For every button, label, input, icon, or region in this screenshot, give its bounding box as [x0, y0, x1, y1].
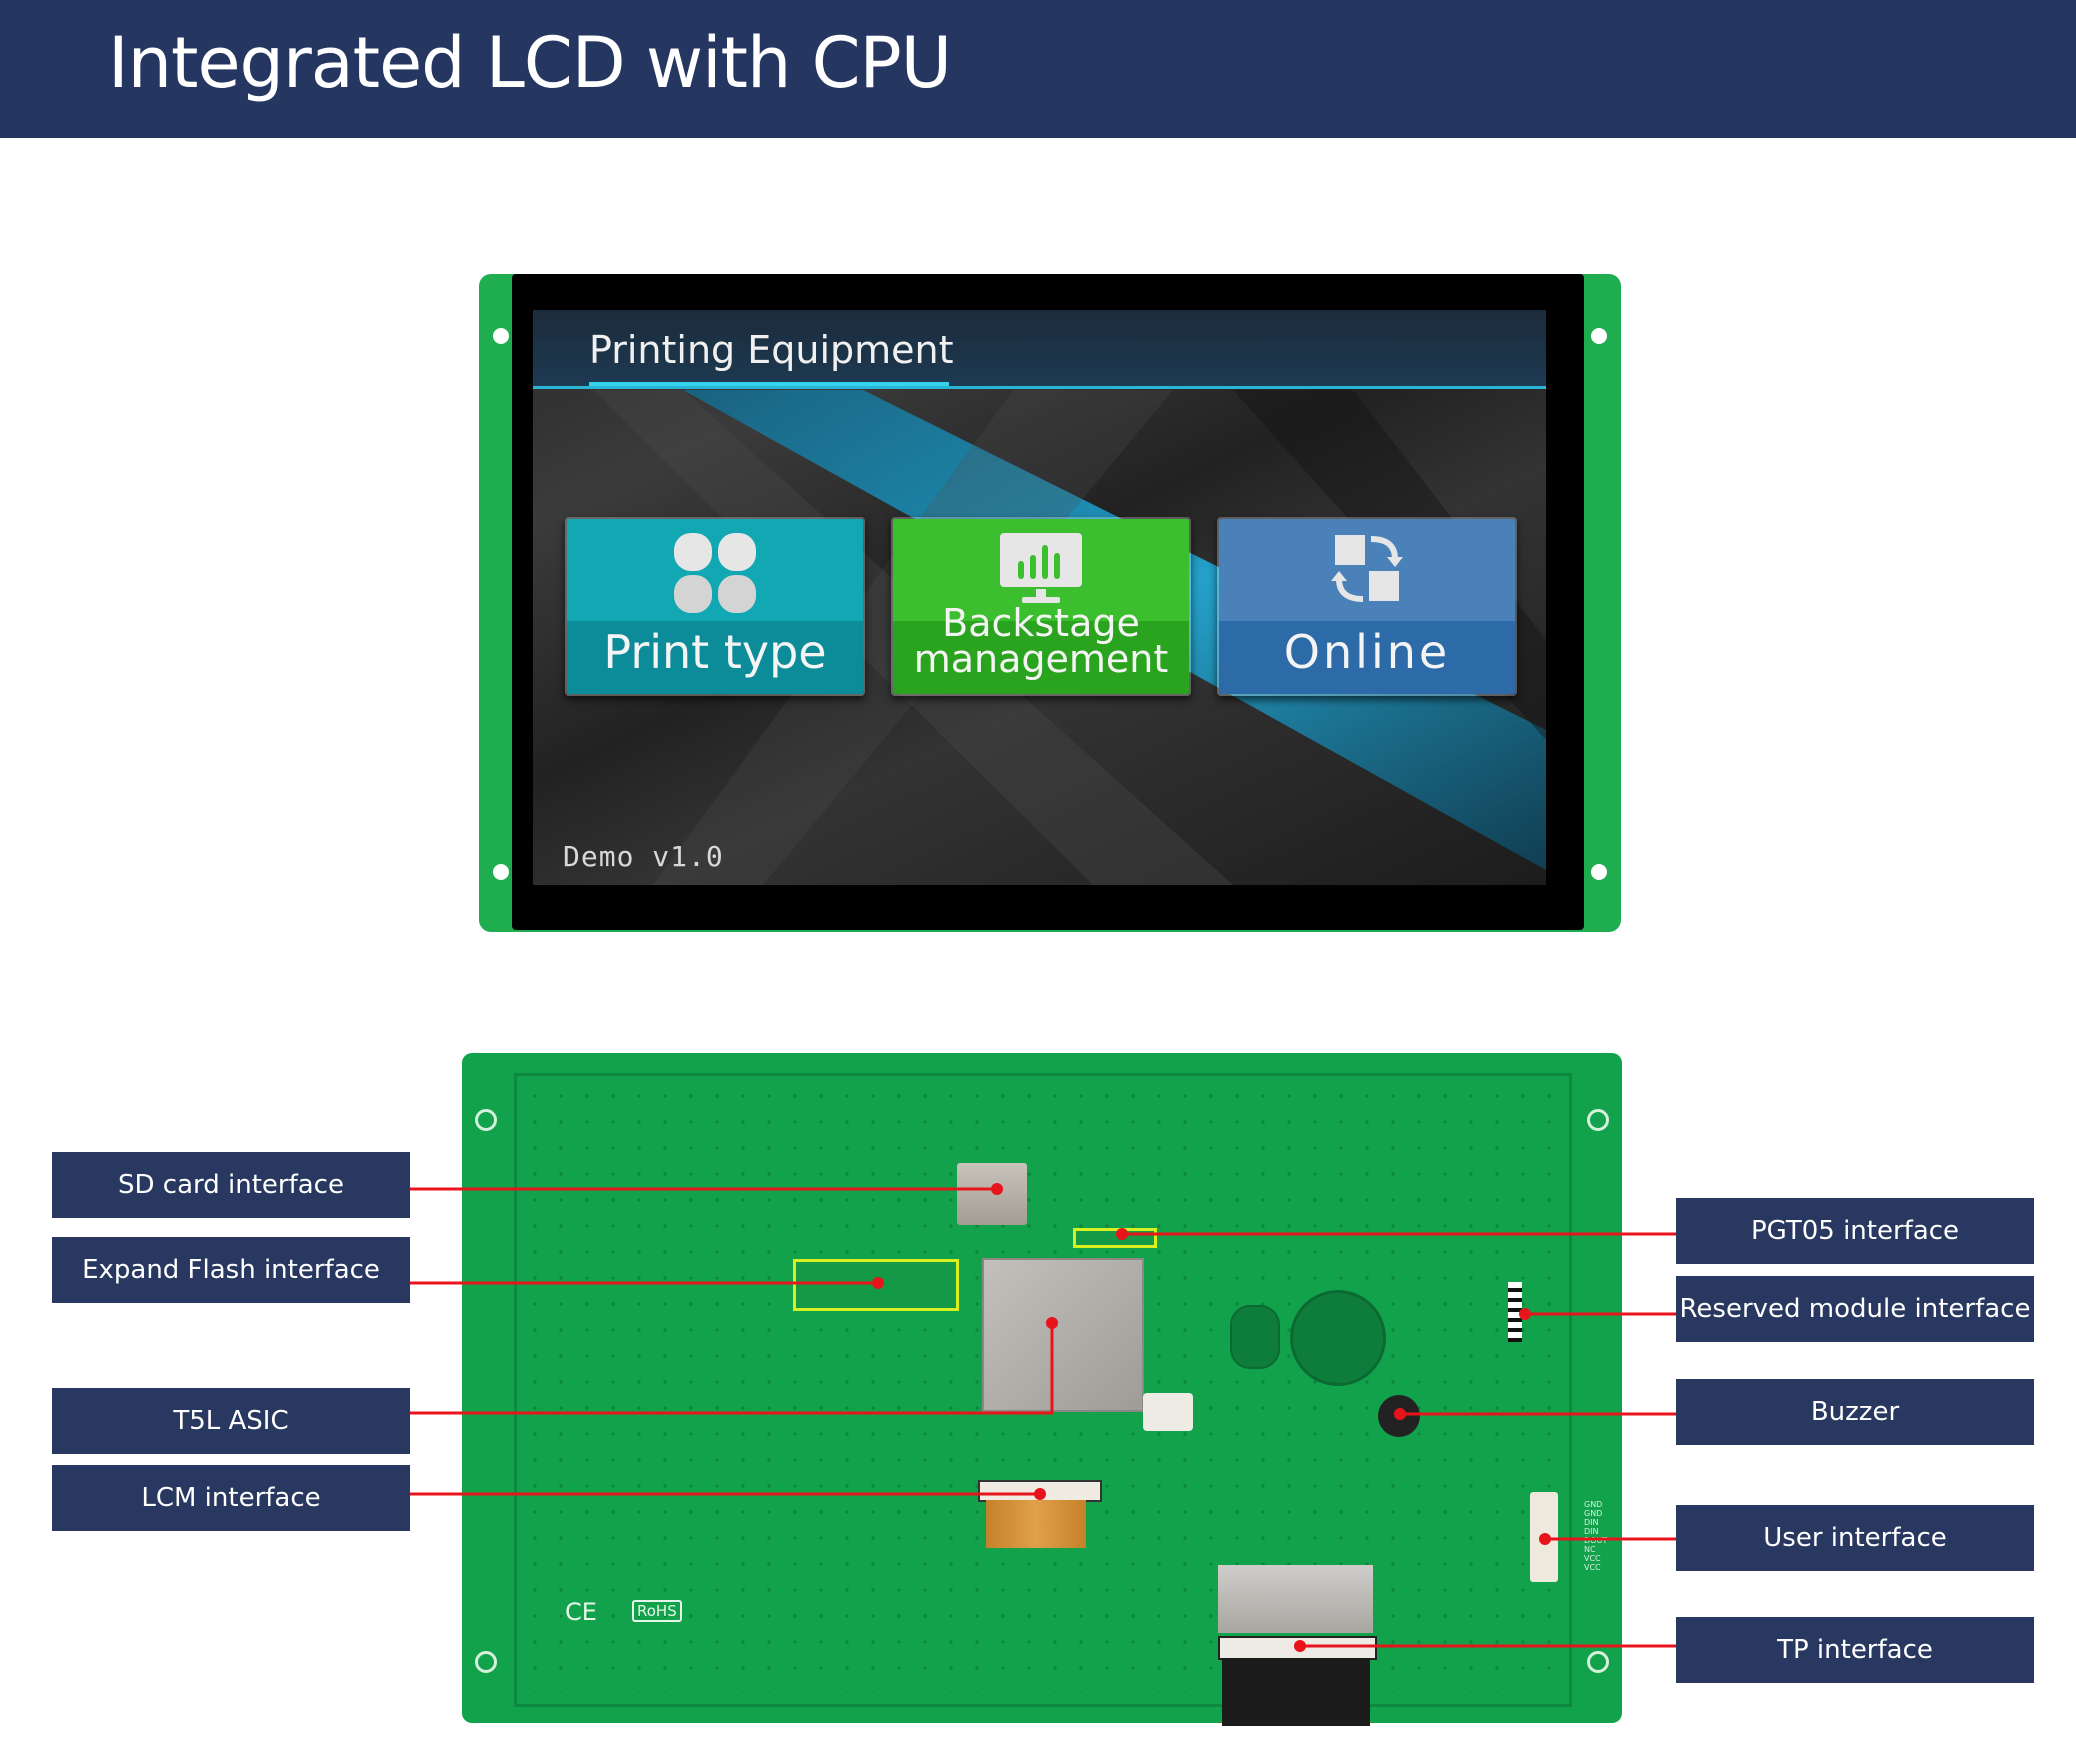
lcm-connector [978, 1480, 1102, 1502]
pin-label: GND [1584, 1500, 1603, 1509]
mount-hole [1587, 1109, 1609, 1131]
user-connector-pin-labels: GND GND DIN DIN DOUT NC VCC VCC [1584, 1500, 1607, 1572]
mount-hole [475, 1109, 497, 1131]
sd-card-slot [957, 1163, 1027, 1225]
tile-label-line2: management [913, 637, 1169, 681]
mount-hole [475, 1651, 497, 1673]
callout-lcm-interface: LCM interface [52, 1465, 410, 1531]
tile-label: Backstage management [893, 601, 1189, 681]
callout-reserved-module-interface: Reserved module interface [1676, 1276, 2034, 1342]
pin-label: NC [1584, 1545, 1596, 1554]
page-title: Integrated LCD with CPU [108, 22, 952, 104]
sync-swap-icon [1331, 535, 1403, 602]
tile-label: Online [1283, 625, 1451, 679]
t5l-asic-shield [982, 1258, 1144, 1412]
lcd-screen: Printing Equipment Print type Backstage … [533, 310, 1546, 885]
expand-flash-footprint [793, 1259, 959, 1311]
reserved-module-pads [1508, 1282, 1522, 1342]
pin-label: GND [1584, 1509, 1603, 1518]
backup-battery-pad [1230, 1305, 1280, 1369]
four-petal-grid-icon [674, 533, 756, 613]
callout-user-interface: User interface [1676, 1505, 2034, 1571]
callout-t5l-asic: T5L ASIC [52, 1388, 410, 1454]
monitor-bar-chart-icon [1000, 533, 1082, 603]
version-label: Demo v1.0 [563, 840, 724, 873]
backstage-management-tile[interactable]: Backstage management [891, 517, 1191, 696]
callout-buzzer: Buzzer [1676, 1379, 2034, 1445]
coin-cell-holder [1290, 1290, 1386, 1386]
mount-hole [493, 328, 509, 344]
online-tile[interactable]: Online [1217, 517, 1517, 696]
pin-label: VCC [1584, 1554, 1601, 1563]
buzzer-component [1378, 1395, 1420, 1437]
title-underline [589, 382, 949, 386]
tile-label: Print type [603, 625, 827, 679]
battery-connector [1143, 1393, 1193, 1431]
screen-header: Printing Equipment [533, 310, 1546, 389]
user-connector [1530, 1492, 1558, 1582]
screen-title: Printing Equipment [589, 328, 954, 372]
pin-label: DIN [1584, 1518, 1599, 1527]
mount-hole [1591, 864, 1607, 880]
lcm-flex-cable [986, 1500, 1086, 1548]
pin-label: DOUT [1584, 1536, 1608, 1545]
mount-hole [493, 864, 509, 880]
callout-pgt05-interface: PGT05 interface [1676, 1198, 2034, 1264]
tile-label-line1: Backstage [942, 601, 1140, 645]
mount-hole [1591, 328, 1607, 344]
tp-connector [1218, 1636, 1377, 1660]
mount-hole [1587, 1651, 1609, 1673]
callout-sd-card-interface: SD card interface [52, 1152, 410, 1218]
print-type-tile[interactable]: Print type [565, 517, 865, 696]
callout-tp-interface: TP interface [1676, 1617, 2034, 1683]
pgt05-header [1073, 1228, 1157, 1248]
callout-expand-flash-interface: Expand Flash interface [52, 1237, 410, 1303]
pin-label: DIN [1584, 1527, 1599, 1536]
tp-shield [1218, 1565, 1373, 1633]
ce-mark: CE [565, 1598, 597, 1626]
tp-flex-cable [1222, 1658, 1370, 1726]
rohs-mark: RoHS [632, 1600, 682, 1622]
header-banner: Integrated LCD with CPU [0, 0, 2076, 138]
pin-label: VCC [1584, 1563, 1601, 1572]
